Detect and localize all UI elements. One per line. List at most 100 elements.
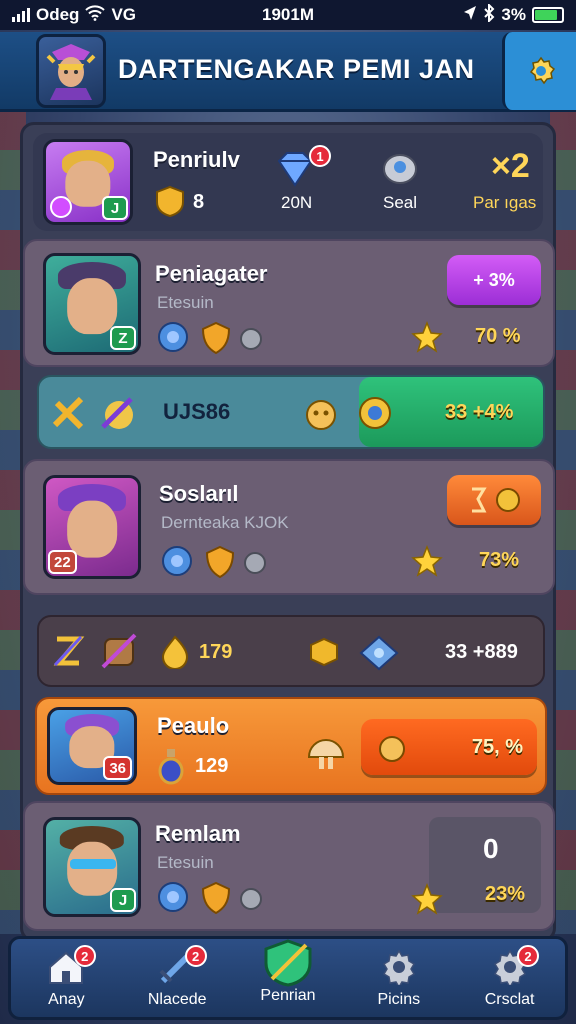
flame-coin-icon bbox=[159, 635, 191, 669]
gold-shield-icon bbox=[201, 881, 231, 915]
leaderboard-panel: J Penriulv 8 1 20N Seal ×2 Par ıgas Z Pe… bbox=[20, 122, 556, 942]
paw-icon bbox=[301, 393, 341, 433]
coin-reward-icon bbox=[472, 487, 520, 513]
notification-badge: 2 bbox=[73, 945, 96, 967]
player-name: Peniagater bbox=[155, 261, 268, 286]
multiplier-label: Par ıgas bbox=[473, 193, 537, 212]
level-badge: J bbox=[102, 196, 128, 220]
nav-item-settings[interactable]: Picins bbox=[343, 939, 454, 1017]
nav-item-home[interactable]: 2 Anay bbox=[11, 939, 122, 1017]
level-badge: J bbox=[110, 888, 136, 912]
mushroom-icon bbox=[305, 735, 347, 775]
resource-count: 179 bbox=[199, 641, 233, 663]
player-count: 129 bbox=[195, 755, 229, 777]
star-icon bbox=[411, 321, 443, 353]
player-name: Peaulo bbox=[157, 713, 230, 738]
nav-label: Crsclat bbox=[484, 991, 535, 1008]
gold-bow-icon bbox=[51, 395, 89, 433]
shield-icon bbox=[264, 939, 312, 987]
player-avatar[interactable]: 36 bbox=[47, 707, 137, 785]
blue-gear-icon bbox=[159, 543, 195, 579]
wifi-icon bbox=[85, 4, 106, 26]
bottom-navigation: 2 Anay 2 Nlacede Penrian Picins 2 Crscla… bbox=[8, 936, 568, 1020]
level-badge: 36 bbox=[103, 756, 132, 780]
player-avatar[interactable]: J bbox=[43, 817, 141, 917]
player-row[interactable]: Z Peniagater Etesuin + 3% 70 % bbox=[23, 239, 555, 367]
resource-value: 33 +889 bbox=[445, 641, 518, 663]
silver-gem-icon bbox=[239, 327, 263, 351]
progress-percent: 23% bbox=[485, 883, 526, 905]
battery-icon bbox=[532, 7, 564, 23]
progress-percent: 75, % bbox=[471, 735, 523, 758]
gold-shield-icon bbox=[205, 545, 235, 579]
resource-strip[interactable]: 179 33 +889 bbox=[37, 615, 545, 687]
nav-item-ranking[interactable]: Penrian bbox=[233, 939, 344, 1017]
location-icon bbox=[463, 5, 477, 26]
wand-icon bbox=[97, 393, 137, 433]
blue-gear-icon bbox=[155, 879, 191, 915]
warrior-portrait-icon bbox=[46, 44, 96, 100]
notification-badge: 2 bbox=[516, 945, 539, 967]
lightning-icon bbox=[51, 633, 85, 671]
profile-avatar[interactable]: J bbox=[43, 139, 133, 225]
blue-crystal-icon bbox=[357, 633, 401, 673]
gem-notification-badge: 1 bbox=[309, 145, 331, 167]
network-type: VG bbox=[111, 5, 137, 24]
status-time: 1901M bbox=[262, 5, 314, 24]
reward-strip[interactable]: UJS86 33 +4% bbox=[37, 375, 545, 449]
star-icon bbox=[411, 545, 443, 577]
reward-label: UJS86 bbox=[163, 399, 231, 424]
battery-percent: 3% bbox=[501, 5, 526, 24]
boost-button[interactable]: + 3% bbox=[447, 255, 541, 305]
nav-label: Penrian bbox=[260, 987, 316, 1004]
rank-shield-icon bbox=[155, 185, 185, 217]
blue-gear-icon bbox=[155, 319, 191, 355]
multiplier-value: ×2 bbox=[491, 147, 530, 185]
level-badge: 22 bbox=[48, 550, 77, 574]
progress-button[interactable]: 75, % bbox=[361, 719, 537, 775]
player-avatar[interactable] bbox=[36, 34, 106, 108]
reward-value: 33 +4% bbox=[445, 401, 514, 423]
reward-button[interactable] bbox=[447, 475, 541, 525]
player-avatar[interactable]: Z bbox=[43, 253, 141, 355]
signal-icon bbox=[12, 8, 30, 22]
page-title: DARTENGAKAR PEMI JAN bbox=[118, 54, 475, 84]
bluetooth-icon bbox=[483, 2, 495, 27]
silver-gem-icon bbox=[239, 887, 263, 911]
player-row-highlighted[interactable]: 36 Peaulo 129 75, % bbox=[35, 697, 547, 795]
player-subtitle: Etesuin bbox=[157, 853, 214, 872]
gold-cube-icon bbox=[307, 635, 341, 669]
seal-icon bbox=[355, 393, 395, 433]
profile-name: Penriulv bbox=[153, 147, 240, 172]
player-name: Remlam bbox=[155, 821, 241, 846]
profile-summary[interactable]: J Penriulv 8 1 20N Seal ×2 Par ıgas bbox=[33, 133, 543, 231]
nav-label: Picins bbox=[377, 991, 421, 1008]
seal-label: Seal bbox=[383, 193, 418, 212]
gold-shield-icon bbox=[201, 321, 231, 355]
gear-icon bbox=[382, 949, 415, 985]
seal-icon[interactable] bbox=[379, 147, 421, 187]
settings-button[interactable] bbox=[502, 32, 576, 110]
player-subtitle: Dernteaka KJOK bbox=[161, 513, 289, 532]
player-row[interactable]: 22 Soslarıl Dernteaka KJOK 73% bbox=[23, 459, 555, 595]
player-avatar[interactable]: 22 bbox=[43, 475, 141, 579]
progress-percent: 70 % bbox=[475, 325, 521, 347]
player-name: Soslarıl bbox=[159, 481, 239, 506]
gem-label: 20N bbox=[281, 193, 313, 212]
level-badge: Z bbox=[110, 326, 136, 350]
score-value: 0 bbox=[483, 833, 499, 864]
progress-percent: 73% bbox=[479, 549, 520, 571]
paw-icon bbox=[379, 736, 405, 762]
rank-value: 8 bbox=[193, 191, 205, 213]
nav-item-chat[interactable]: 2 Crsclat bbox=[454, 939, 565, 1017]
gear-icon bbox=[529, 56, 555, 85]
potion-icon bbox=[157, 747, 185, 785]
crossbow-icon bbox=[97, 629, 141, 673]
star-icon bbox=[411, 883, 443, 915]
silver-gem-icon bbox=[243, 551, 267, 575]
nav-label: Anay bbox=[48, 991, 85, 1008]
nav-item-battle[interactable]: 2 Nlacede bbox=[122, 939, 233, 1017]
carrier-name: Odeg bbox=[36, 5, 80, 24]
status-bar: Odeg VG 1901M 3% bbox=[0, 0, 576, 30]
player-row[interactable]: J Remlam Etesuin 0 23% bbox=[23, 801, 555, 931]
